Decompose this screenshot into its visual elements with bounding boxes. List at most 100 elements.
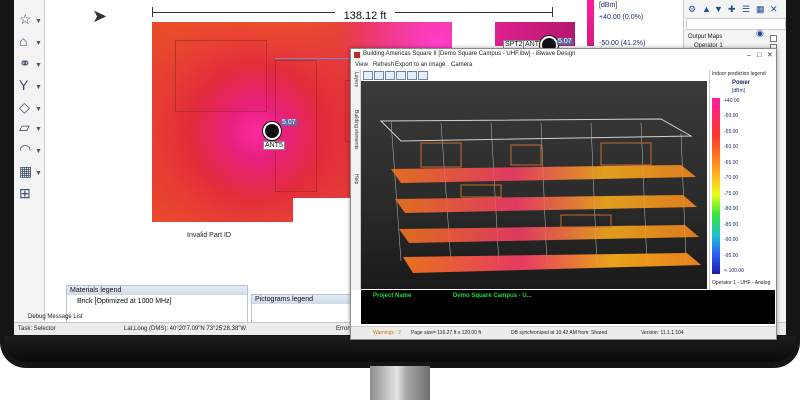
project-info-panel: Project Name Demo Square Campus - U...	[361, 290, 775, 324]
toolbox-icon[interactable]: ⊞	[19, 184, 41, 202]
status-task: Task: Selector	[18, 326, 56, 332]
app-icon	[354, 52, 360, 58]
power-legend-bar	[587, 0, 594, 46]
legend-tick-label: <-100.00	[724, 268, 744, 274]
north-compass-icon: ➤	[92, 6, 108, 26]
zoom-icon[interactable]	[396, 71, 406, 80]
floor-heatmap	[403, 253, 701, 273]
status-coords: Lat,Long (DMS): 40°20'7.09"N 73°25'28.38…	[124, 326, 247, 332]
layers-icon[interactable]: ☰	[742, 4, 752, 14]
search-input[interactable]	[686, 18, 786, 30]
menu-refresh[interactable]: Refresh	[373, 60, 394, 70]
chevron-down-icon[interactable]: ▼	[35, 143, 42, 161]
chevron-down-icon[interactable]: ▼	[35, 165, 42, 183]
3d-building-render	[379, 118, 701, 273]
debug-message-tab[interactable]: Debug Message List	[14, 314, 83, 322]
tab-layers[interactable]: Layers	[353, 72, 359, 87]
legend-tick-label: -75.00	[724, 190, 739, 197]
antenna-value-label: 5.07	[557, 38, 573, 45]
chevron-down-icon[interactable]: ▼	[35, 101, 42, 119]
camera-icon[interactable]	[418, 71, 428, 80]
chevron-down-icon[interactable]: ▼	[35, 121, 42, 139]
side-tabs: Layers Building elements Help	[351, 70, 361, 290]
menu-camera[interactable]: Camera	[451, 60, 472, 70]
up-arrow-icon[interactable]: ▲	[702, 4, 712, 14]
chevron-down-icon[interactable]: ▼	[35, 35, 42, 53]
tab-building-elements[interactable]: Building elements	[353, 110, 359, 149]
legend-tick-label: -55.00	[724, 128, 739, 135]
legend-tick-label: +40.00	[724, 98, 740, 104]
db-sync-label: DB synchronized at 10:42 AM from: Shared	[511, 330, 608, 336]
pan-icon[interactable]	[385, 71, 395, 80]
window-menu-bar: View Refresh Export to an image Camera	[351, 60, 776, 70]
pictograms-legend-title: Pictograms legend	[252, 295, 362, 304]
chevron-down-icon[interactable]: ▼	[35, 13, 42, 31]
floor-heatmap	[395, 195, 697, 213]
dimension-tick-left	[152, 7, 153, 17]
legend-footer: Operator 1 - UHF - Analog	[712, 280, 771, 286]
output-maps-row[interactable]: Output Maps	[688, 34, 722, 40]
shape-tool-icon[interactable]: ◇ ▼	[19, 98, 42, 119]
corridor-outline	[275, 60, 317, 192]
3d-building-view[interactable]	[361, 81, 707, 289]
cube-tool-icon[interactable]: ▱ ▼	[19, 118, 42, 139]
material-item: Brick [Optimized at 1000 MHz]	[77, 298, 172, 305]
building-tool-icon[interactable]: ⌂ ▼	[19, 32, 42, 53]
window-title: Building Americas Square II [Demo Square…	[363, 51, 576, 57]
left-toolbar: ☆ ▼ ⌂ ▼ ⚭ ▼ Y ▼ ◇ ▼ ▱ ▼ ◠ ▼ ▦ ▼ ⊞	[14, 0, 45, 322]
legend-tick-label: -70.00	[724, 175, 739, 182]
3d-viewer-window[interactable]: Building Americas Square II [Demo Square…	[350, 48, 777, 340]
antenna-tool-icon[interactable]: ◠ ▼	[19, 140, 42, 161]
legend-tick-label: -90.00	[724, 237, 739, 244]
menu-view[interactable]: View	[355, 60, 368, 70]
antenna-icon[interactable]	[263, 122, 281, 140]
legend-color-bar	[712, 98, 720, 274]
menu-export-image[interactable]: Export to an image	[395, 60, 445, 70]
antenna-name-label: ANT5	[263, 141, 285, 150]
dimension-tick-right	[552, 7, 553, 17]
indoor-prediction-legend: Indoor prediction legend Power [dBm] +40…	[709, 70, 776, 290]
project-name-label: Project Name	[373, 293, 412, 299]
close-icon[interactable]: ✕	[770, 4, 780, 14]
view-icon[interactable]	[363, 71, 373, 80]
fit-icon[interactable]	[407, 71, 417, 80]
warnings-count[interactable]: Warnings : 2	[373, 330, 401, 336]
legend-title: Indoor prediction legend	[712, 71, 766, 77]
down-arrow-icon[interactable]: ▼	[714, 4, 724, 14]
legend-tick-label: -50.00	[724, 113, 739, 120]
legend-tick-label: -80.00	[724, 206, 739, 213]
roof-slab	[379, 118, 693, 142]
settings-icon[interactable]: ⚙	[688, 4, 698, 14]
dimension-label: 138.12 ft	[335, 10, 395, 22]
grid-icon[interactable]: ▦	[756, 4, 766, 14]
link-tool-icon[interactable]: ⚭ ▼	[19, 54, 42, 75]
star-tool-icon[interactable]: ☆ ▼	[19, 10, 42, 31]
rotate-icon[interactable]	[374, 71, 384, 80]
legend-tick-label: -65.00	[724, 159, 739, 166]
materials-legend-panel: Materials legend Brick [Optimized at 100…	[66, 285, 248, 324]
legend-tick-label: -95.00	[724, 252, 739, 259]
monitor-stand	[370, 366, 430, 400]
splitter-tool-icon[interactable]: Y ▼	[19, 76, 42, 97]
chevron-down-icon[interactable]: ▼	[35, 79, 42, 97]
legend-tick-label: -60.00	[724, 144, 739, 151]
walls-orange	[420, 142, 652, 228]
window-title-bar[interactable]: Building Americas Square II [Demo Square…	[351, 49, 776, 60]
antenna-value-label: 5.07	[281, 119, 297, 126]
room-outline	[175, 40, 267, 112]
pictograms-legend-panel: Pictograms legend	[251, 294, 363, 324]
floor-heatmap	[399, 225, 699, 243]
legend-unit: [dBm]	[732, 88, 746, 94]
add-icon[interactable]: ✚	[728, 4, 738, 14]
visibility-checkbox[interactable]	[770, 35, 777, 42]
materials-legend-title: Materials legend	[67, 286, 247, 295]
power-legend-unit: [dBm]	[599, 2, 618, 9]
tab-help[interactable]: Help	[353, 174, 359, 184]
eye-icon[interactable]: ◉	[756, 28, 766, 38]
chevron-down-icon[interactable]: ▼	[35, 57, 42, 75]
legend-heading: Power	[732, 80, 751, 86]
grid-tool-icon[interactable]: ▦ ▼	[19, 162, 42, 183]
version-label: Version: 11.1.1.104	[641, 330, 684, 336]
project-name-value: Demo Square Campus - U...	[453, 293, 532, 299]
legend-tick-label: -85.00	[724, 221, 739, 228]
